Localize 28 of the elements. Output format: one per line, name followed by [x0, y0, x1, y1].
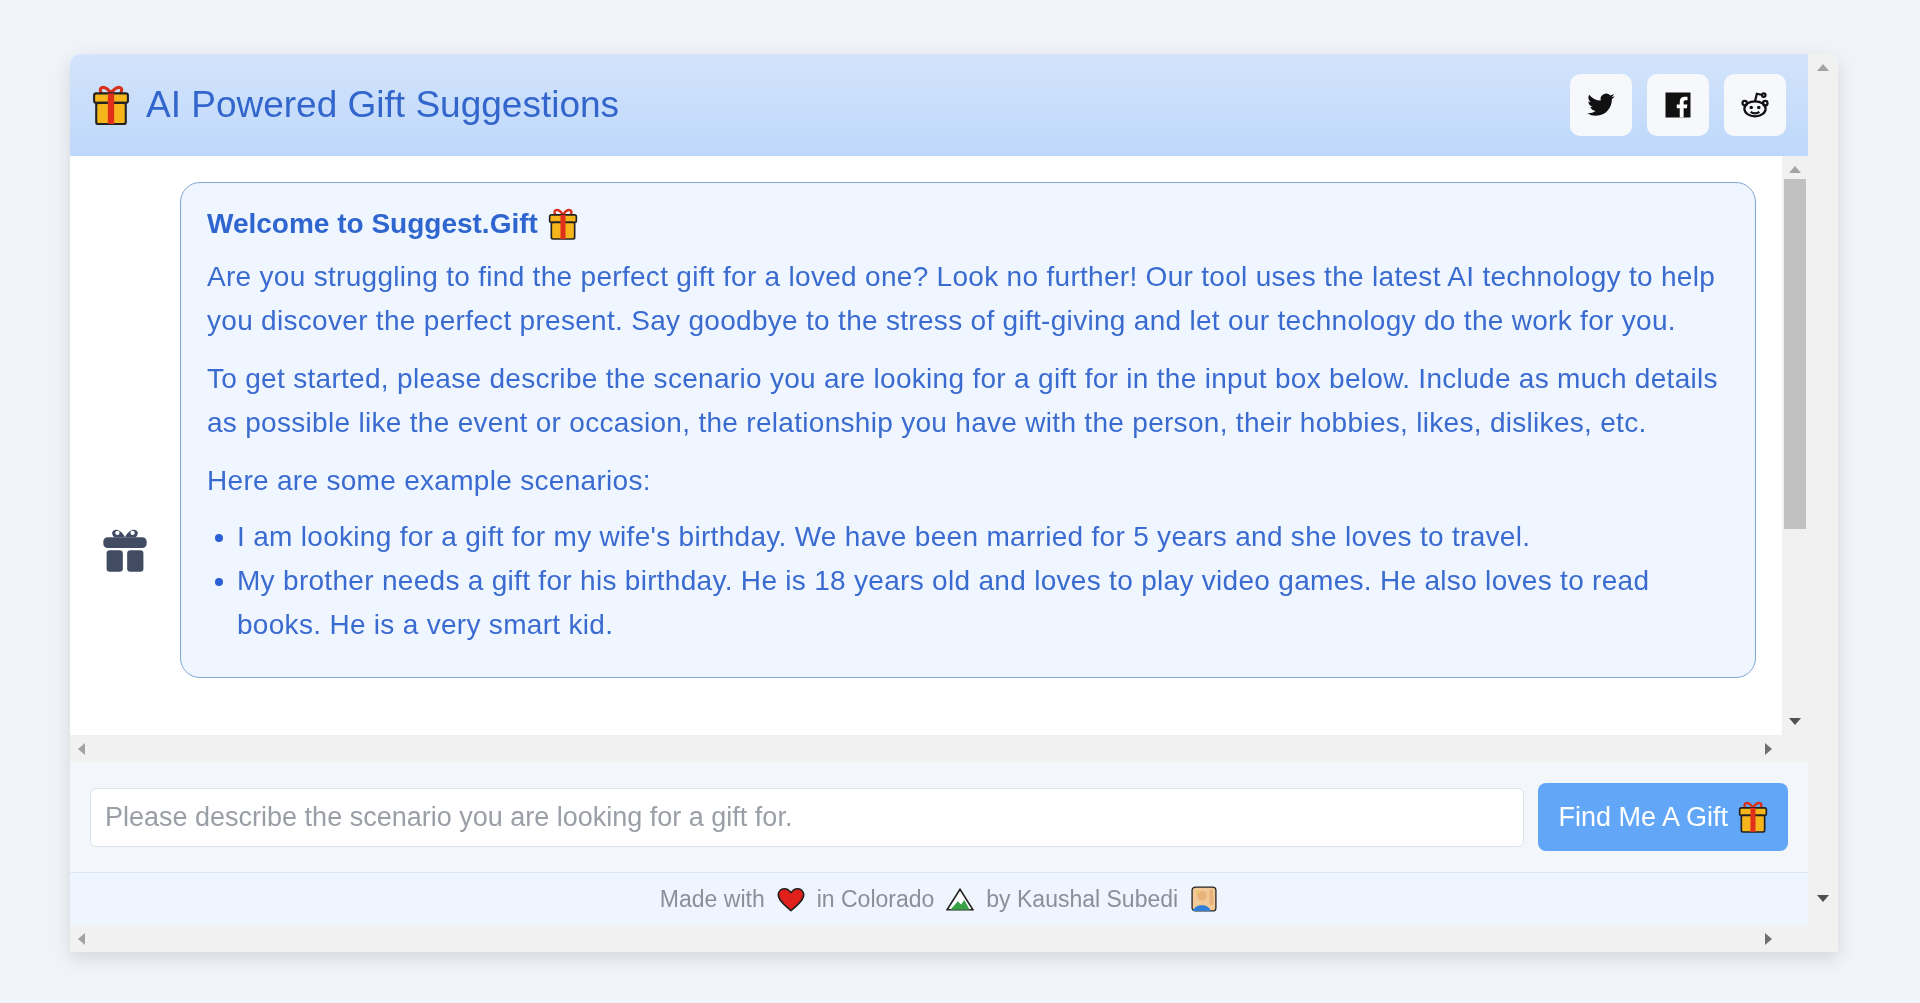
message-paragraph: Here are some example scenarios: [207, 464, 652, 498]
bullet-icon [215, 534, 223, 542]
vertical-scrollbar[interactable] [1808, 54, 1838, 952]
horizontal-scrollbar[interactable] [70, 735, 1808, 762]
example-text: My brother needs a gift for his birthday. He is 18 years old and loves to play video games. He also loves to read books. He is a very smart kid. [237, 564, 1651, 642]
footer-text: Made with [659, 885, 765, 913]
share-button[interactable] [1724, 74, 1786, 136]
share-button[interactable] [1647, 74, 1709, 136]
app-title: AI Powered Gift Suggestions [146, 84, 620, 126]
gift-icon [92, 83, 130, 127]
message-paragraph: To get started, please describe the scenario you are looking for a gift for in the input box below. Include as much details as possible like the event or occasion, the relationship you have with the person, their hobbies, likes, dislikes, etc. [207, 362, 1719, 440]
heart-icon [776, 886, 805, 912]
message-paragraph: Are you struggling to find the perfect gift for a loved one? Look no further! Our tool uses the latest AI technology to help you discover the perfect present. Say goodbye to the stress of gift-giving and let our technology do the work for you. [207, 260, 1717, 338]
example-text: I am looking for a gift for my wife's birthday. We have been married for 5 years and she loves to travel. [237, 520, 1531, 554]
gift-icon [1738, 800, 1768, 834]
bullet-icon [215, 578, 223, 586]
scenario-input[interactable]: Please describe the scenario you are looking for a gift for. [90, 787, 1525, 847]
mountain-icon [946, 886, 975, 912]
share-button[interactable] [1570, 74, 1632, 136]
horizontal-scrollbar[interactable] [70, 925, 1808, 952]
footer-text: in Colorado [816, 885, 935, 913]
footer-text: by Kaushal Subedi [986, 885, 1179, 913]
message-title: Welcome to Suggest.Gift [207, 208, 538, 240]
f-square-icon [1663, 90, 1693, 120]
gift-icon [547, 207, 578, 241]
find-gift-button[interactable]: Find Me A Gift [1538, 783, 1788, 851]
vertical-scrollbar[interactable] [1782, 156, 1808, 735]
alien-head-icon [1740, 90, 1770, 120]
